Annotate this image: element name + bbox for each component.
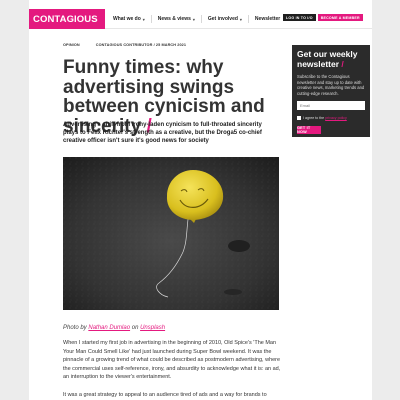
signup-heading: Get our weekly newsletter / — [297, 49, 365, 69]
signup-description: Subscribe to the Contagious newsletter a… — [297, 74, 365, 96]
nav-label: Get involved — [207, 16, 238, 22]
article-meta: OPINION CONTAGIOUS CONTRIBUTOR / 25 MARC… — [63, 43, 186, 47]
become-member-button[interactable]: BECOME A MEMBER — [317, 14, 363, 21]
page: CONTAGIOUS What we do ▾ News & views ▾ G… — [29, 0, 372, 400]
article-byline: CONTAGIOUS CONTRIBUTOR / 25 MARCH 2021 — [95, 43, 187, 47]
privacy-policy-link[interactable]: privacy policy — [325, 116, 347, 120]
get-it-now-button[interactable]: GET IT NOW — [297, 126, 321, 135]
auth-buttons: LOG IN TO I/O BECOME A MEMBER — [283, 14, 363, 21]
newsletter-signup: Get our weekly newsletter / Subscribe to… — [292, 45, 370, 137]
agree-text: I agree to the — [303, 116, 325, 121]
article-category[interactable]: OPINION — [63, 43, 80, 47]
credit-on: on — [130, 325, 141, 331]
credit-prefix: Photo by — [63, 325, 89, 331]
nav-item-get-involved[interactable]: Get involved ▾ — [200, 15, 248, 23]
login-button[interactable]: LOG IN TO I/O — [283, 14, 316, 21]
chevron-down-icon: ▾ — [192, 16, 195, 22]
nav-label: What we do — [113, 16, 141, 22]
photo-credit: Photo by Nathan Dumlao on Unsplash — [63, 325, 165, 331]
article-standfirst: Advertising's shift from irony-laden cyn… — [63, 122, 262, 144]
nav-item-newsletter[interactable]: Newsletter — [247, 15, 286, 23]
photo-author-link[interactable]: Nathan Dumlao — [88, 325, 130, 331]
site-logo[interactable]: CONTAGIOUS — [29, 9, 105, 29]
signup-slash: / — [341, 58, 344, 69]
chevron-down-icon: ▾ — [239, 16, 242, 22]
nav-label: Newsletter — [254, 16, 281, 22]
nav-item-what-we-do[interactable]: What we do ▾ — [113, 15, 151, 23]
email-field[interactable] — [297, 101, 365, 111]
agree-checkbox[interactable] — [297, 116, 301, 121]
article-body: When I started my first job in advertisi… — [63, 339, 285, 400]
signup-heading-text: Get our weekly newsletter — [297, 49, 358, 69]
privacy-agreement: I agree to the privacy policy — [297, 116, 365, 121]
article-photo — [63, 157, 279, 310]
article-paragraph: When I started my first job in advertisi… — [63, 340, 281, 381]
site-header: CONTAGIOUS What we do ▾ News & views ▾ G… — [29, 9, 372, 29]
nav-item-news-views[interactable]: News & views ▾ — [150, 15, 201, 23]
nav-label: News & views — [157, 16, 191, 22]
article-paragraph: It was a great strategy to appeal to an … — [63, 391, 267, 398]
photo-site-link[interactable]: Unsplash — [140, 325, 165, 331]
main-nav: What we do ▾ News & views ▾ Get involved… — [113, 9, 286, 29]
chevron-down-icon: ▾ — [142, 16, 145, 22]
